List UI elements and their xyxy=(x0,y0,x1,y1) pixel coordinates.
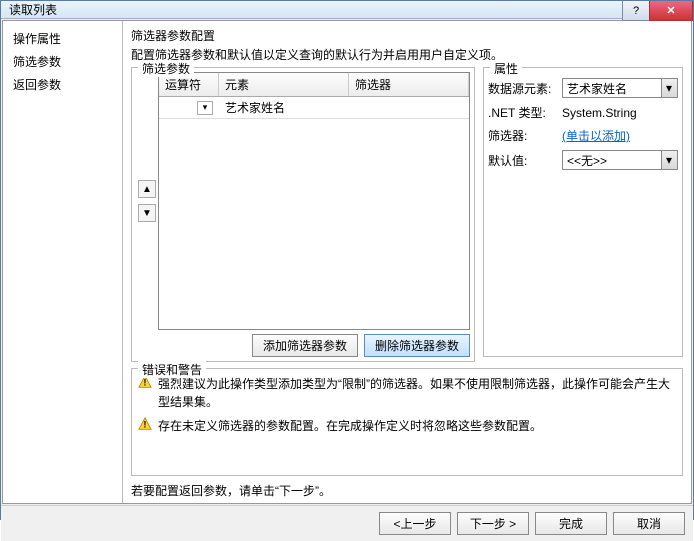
back-button[interactable]: <上一步 xyxy=(379,512,451,535)
add-filter-link[interactable]: (单击以添加) xyxy=(562,129,630,143)
properties-group: 属性 数据源元素: 艺术家姓名 ▾ xyxy=(483,67,683,357)
row-element: 艺术家姓名 xyxy=(219,97,349,118)
help-button[interactable]: ? xyxy=(622,1,650,21)
default-combo-value: <<无>> xyxy=(563,152,661,169)
close-icon: ✕ xyxy=(666,4,675,17)
add-filter-button[interactable]: 添加筛选器参数 xyxy=(252,334,358,357)
source-combo-btn[interactable]: ▾ xyxy=(661,79,677,97)
sidebar-item-filter-params[interactable]: 筛选参数 xyxy=(3,50,122,73)
prop-filter-label: 筛选器: xyxy=(488,127,562,144)
svg-text:!: ! xyxy=(144,420,147,430)
filter-grid[interactable]: 运算符 元素 筛选器 ▾ 艺术家姓名 xyxy=(158,72,470,330)
filter-legend: 筛选参数 xyxy=(138,60,194,77)
table-row[interactable]: ▾ 艺术家姓名 xyxy=(159,97,469,119)
source-combo[interactable]: 艺术家姓名 ▾ xyxy=(562,78,678,98)
filter-params-group: 筛选参数 ▲ ▼ 运算符 元素 筛选器 xyxy=(131,67,475,362)
chevron-down-icon: ▾ xyxy=(203,102,208,113)
window-title: 读取列表 xyxy=(9,1,57,18)
errors-group: 错误和警告 ! 强烈建议为此操作类型添加类型为“限制”的筛选器。如果不使用限制筛… xyxy=(131,368,683,476)
warning-item: ! 强烈建议为此操作类型添加类型为“限制”的筛选器。如果不使用限制筛选器，此操作… xyxy=(138,375,676,411)
finish-button[interactable]: 完成 xyxy=(535,512,607,535)
col-filter: 筛选器 xyxy=(349,73,469,96)
prop-source-label: 数据源元素: xyxy=(488,80,562,97)
sidebar: 操作属性 筛选参数 返回参数 xyxy=(3,21,123,503)
errors-legend: 错误和警告 xyxy=(138,361,206,378)
default-combo[interactable]: <<无>> ▾ xyxy=(562,150,678,170)
props-legend: 属性 xyxy=(490,60,522,77)
row-filter xyxy=(349,106,361,110)
section-title: 筛选器参数配置 xyxy=(131,27,683,44)
col-element: 元素 xyxy=(219,73,349,96)
chevron-down-icon: ▾ xyxy=(662,81,677,95)
dialog-buttons: <上一步 下一步 > 完成 取消 xyxy=(1,505,693,541)
sidebar-item-op-props[interactable]: 操作属性 xyxy=(3,27,122,50)
prop-nettype-label: .NET 类型: xyxy=(488,104,562,121)
prop-nettype-value: System.String xyxy=(562,106,678,120)
move-up-button[interactable]: ▲ xyxy=(138,180,156,198)
move-down-button[interactable]: ▼ xyxy=(138,204,156,222)
close-button[interactable]: ✕ xyxy=(649,1,693,21)
default-combo-btn[interactable]: ▾ xyxy=(661,151,677,169)
svg-text:!: ! xyxy=(144,378,147,388)
titlebar: 读取列表 ? ✕ xyxy=(1,1,693,19)
cancel-button[interactable]: 取消 xyxy=(613,512,685,535)
sidebar-item-return-params[interactable]: 返回参数 xyxy=(3,73,122,96)
triangle-down-icon: ▼ xyxy=(142,208,152,219)
grid-header: 运算符 元素 筛选器 xyxy=(159,73,469,97)
prop-default-label: 默认值: xyxy=(488,152,562,169)
section-desc: 配置筛选器参数和默认值以定义查询的默认行为并启用用户自定义项。 xyxy=(131,46,683,63)
source-combo-value: 艺术家姓名 xyxy=(563,80,661,97)
chevron-down-icon: ▾ xyxy=(662,153,677,167)
warning-item: ! 存在未定义筛选器的参数配置。在完成操作定义时将忽略这些参数配置。 xyxy=(138,417,676,435)
next-button[interactable]: 下一步 > xyxy=(457,512,529,535)
delete-filter-button[interactable]: 删除筛选器参数 xyxy=(364,334,470,357)
footer-note: 若要配置返回参数，请单击“下一步”。 xyxy=(131,482,683,499)
triangle-up-icon: ▲ xyxy=(142,184,152,195)
warning-icon: ! xyxy=(138,417,152,431)
row-dropdown-button[interactable]: ▾ xyxy=(197,101,213,115)
